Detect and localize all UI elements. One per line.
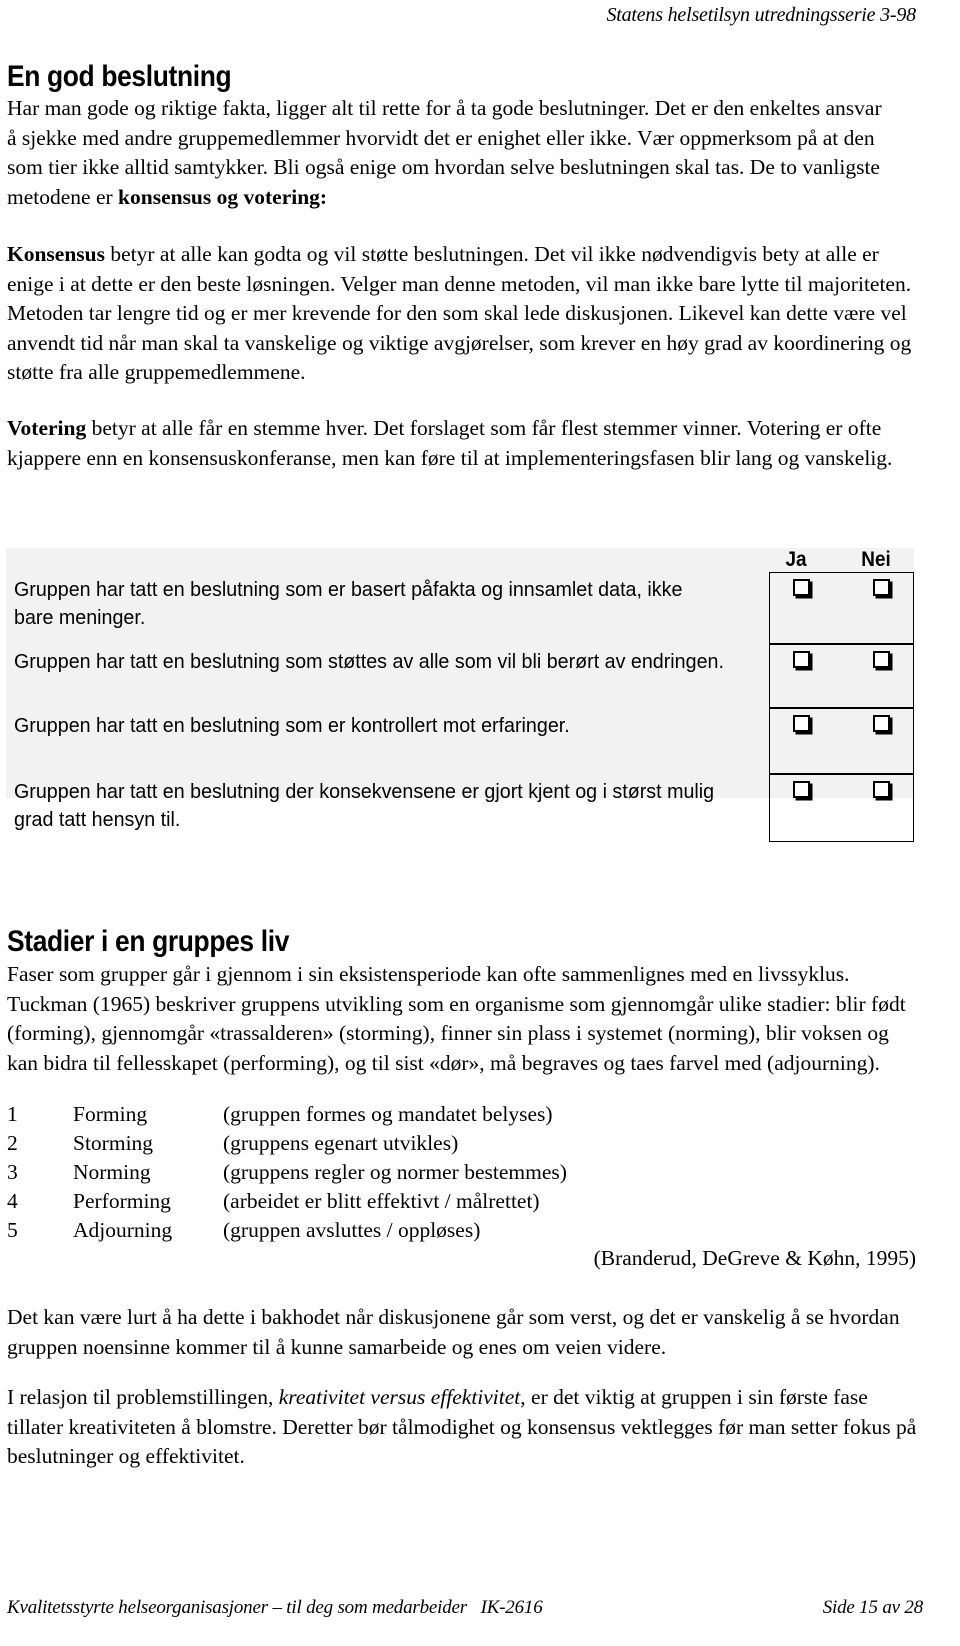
- checklist-row-label: Gruppen har tatt en beslutning som er ko…: [14, 714, 570, 737]
- stage-description: (gruppen avsluttes / oppløses): [223, 1218, 481, 1242]
- checklist-row-answer-cell: [769, 708, 914, 774]
- checklist-row: Gruppen har tatt en beslutning som er ko…: [6, 708, 914, 774]
- page-footer: Kvalitetsstyrte helseorganisasjoner – ti…: [7, 1597, 923, 1627]
- stage-number: 5: [7, 1218, 18, 1242]
- text-run: kreativitet versus effektivitet: [278, 1385, 521, 1409]
- paragraph-voting: Votering betyr at alle får en stemme hve…: [7, 414, 912, 473]
- paragraph-closing: Det kan være lurt å ha dette i bakhodet …: [7, 1305, 900, 1359]
- paragraph-stages-intro: Faser som grupper går i gjennom i sin ek…: [7, 962, 906, 1075]
- text-run: I relasjon til problemstillingen,: [7, 1385, 279, 1409]
- checkbox-ja[interactable]: [793, 579, 810, 596]
- stage-name: Adjourning: [73, 1218, 173, 1242]
- text-run: konsensus og votering:: [118, 184, 328, 209]
- paragraph-final: I relasjon til problemstillingen, kreati…: [7, 1383, 923, 1472]
- stage-list-item: 4 Performing (arbeidet er blitt effektivt …: [7, 1187, 707, 1216]
- paragraph-consensus: Konsensus betyr at alle kan godta og vil…: [7, 240, 912, 388]
- checklist-column-header-ja: Ja: [785, 548, 807, 571]
- page-title-stages: Stadier i en gruppes liv: [7, 925, 290, 958]
- checklist-row: Gruppen har tatt en beslutning der konse…: [6, 774, 914, 842]
- stage-name: Norming: [73, 1160, 151, 1184]
- checklist-row-answer-cell: [769, 774, 914, 842]
- stage-list-item: 3 Norming (gruppens regler og normer beste…: [7, 1158, 707, 1187]
- stage-description: (arbeidet er blitt effektivt / målrettet…: [223, 1189, 540, 1213]
- stage-description: (gruppens egenart utvikles): [223, 1131, 459, 1155]
- stage-description: (gruppen formes og mandatet belyses): [223, 1102, 553, 1126]
- text-run: Votering: [7, 416, 87, 440]
- decision-checklist: Ja Nei Gruppen har tatt en beslutning so…: [6, 548, 914, 842]
- stage-name: Storming: [73, 1131, 154, 1155]
- footer-document-title: Kvalitetsstyrte helseorganisasjoner – ti…: [7, 1597, 543, 1618]
- stage-list-item: 1 Forming (gruppen formes og mandatet bely…: [7, 1100, 707, 1129]
- stage-name: Forming: [73, 1102, 148, 1126]
- checkbox-ja[interactable]: [793, 651, 810, 668]
- stages-numbered-list: 1 Forming (gruppen formes og mandatet bely…: [7, 1100, 707, 1245]
- text-run: betyr at alle får en stemme hver. Det fo…: [7, 416, 893, 470]
- checklist-row-answer-cell: [769, 572, 914, 644]
- stage-name: Performing: [73, 1189, 171, 1213]
- checklist-row-label: Gruppen har tatt en beslutning der konse…: [14, 780, 715, 831]
- checkbox-nei[interactable]: [873, 651, 890, 668]
- stage-number: 1: [7, 1102, 18, 1126]
- checklist-row-label: Gruppen har tatt en beslutning som støtt…: [14, 650, 724, 673]
- checklist-row: Gruppen har tatt en beslutning som støtt…: [6, 644, 914, 708]
- stage-number: 4: [7, 1189, 18, 1213]
- checkbox-nei[interactable]: [873, 781, 890, 798]
- stage-list-item: 2 Storming (gruppens egenart utvikles): [7, 1129, 707, 1158]
- stages-citation: (Branderud, DeGreve & Køhn, 1995): [593, 1246, 916, 1270]
- text-run: betyr at alle kan godta og vil støtte be…: [7, 242, 912, 384]
- stage-number: 2: [7, 1131, 18, 1155]
- stage-number: 3: [7, 1160, 18, 1184]
- checklist-column-header-nei: Nei: [861, 548, 891, 571]
- checkbox-ja[interactable]: [793, 781, 810, 798]
- stage-description: (gruppens regler og normer bestemmes): [223, 1160, 567, 1184]
- checkbox-ja[interactable]: [793, 715, 810, 732]
- checkbox-nei[interactable]: [873, 579, 890, 596]
- paragraph-intro: Har man gode og riktige fakta, ligger al…: [7, 94, 887, 212]
- footer-page-number: Side 15 av 28: [822, 1597, 923, 1618]
- running-head: Statens helsetilsyn utredningsserie 3-98: [606, 4, 916, 26]
- text-run: Konsensus: [7, 242, 105, 266]
- checkbox-nei[interactable]: [873, 715, 890, 732]
- checklist-row-answer-cell: [769, 644, 914, 708]
- page-title-decision: En god beslutning: [7, 60, 232, 93]
- document-page: Statens helsetilsyn utredningsserie 3-98…: [0, 0, 960, 1646]
- checklist-row-label: Gruppen har tatt en beslutning som er ba…: [14, 578, 683, 629]
- stage-list-item: 5 Adjourning (gruppen avsluttes / oppløses…: [7, 1216, 707, 1245]
- checklist-row: Gruppen har tatt en beslutning som er ba…: [6, 572, 914, 644]
